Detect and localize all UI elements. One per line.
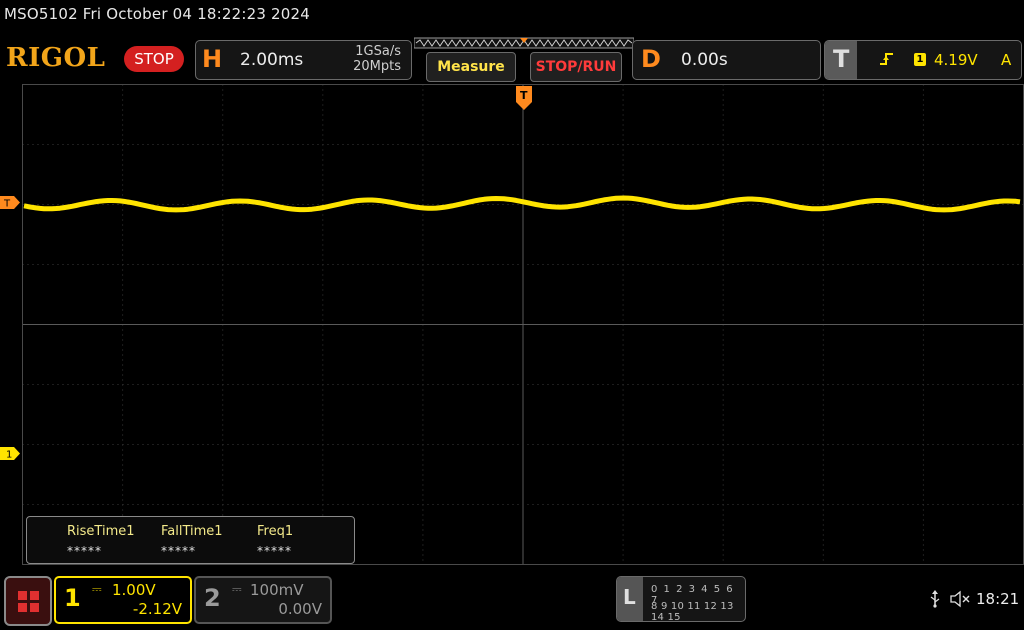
trigger-position-marker-label: T [520,89,528,102]
mute-icon[interactable] [950,590,972,608]
window-title: MSO5102 Fri October 04 18:22:23 2024 [4,5,311,23]
status-clock: 18:21 [976,590,1020,608]
menu-grid-icon [18,591,39,612]
memory-depth: 20Mpts [353,59,401,74]
dc-coupling-icon: ⎓ [232,582,242,596]
brand-logo: RIGOL [6,43,106,73]
rising-edge-icon [880,53,893,65]
measurement-label-rise: RiseTime1 [67,524,135,539]
channel1-offset-marker-label: 1 [6,450,12,461]
run-state-badge[interactable]: STOP [124,46,184,72]
logic-channels-high: 8 9 10 11 12 13 14 15 [651,601,734,623]
logic-analyzer-label: L [623,585,636,609]
channel1-offset-marker[interactable]: 1 [0,447,20,460]
trigger-level-marker[interactable]: T [0,196,20,209]
timebase-value: 2.00ms [240,50,304,70]
measurement-value-freq: ***** [257,544,292,558]
trigger-level-marker-label: T [3,199,11,210]
horizontal-settings[interactable]: H 2.00ms 1GSa/s 20Mpts [195,40,412,80]
measure-button[interactable]: Measure [426,52,516,82]
delay-value: 0.00s [681,50,728,70]
dc-coupling-icon: ⎓ [92,582,102,596]
trigger-settings[interactable]: T 1 4.19V A [824,40,1022,80]
channel1-scale: 1.00V [112,581,156,599]
measurement-value-rise: ***** [67,544,102,558]
stop-run-button[interactable]: STOP/RUN [530,52,622,82]
trigger-coupling: A [1001,51,1012,69]
trigger-position-marker[interactable]: T [516,86,532,110]
sample-rate: 1GSa/s [355,44,401,59]
channel2-offset: 0.00V [278,600,322,618]
waveform-display[interactable] [0,84,1024,566]
channel2-settings[interactable]: 2 ⎓ 100mV 0.00V [194,576,332,624]
usb-icon [930,590,940,608]
measurement-panel: RiseTime1 ***** FallTime1 ***** Freq1 **… [26,516,355,564]
channel1-offset: -2.12V [132,600,182,618]
delay-label: D [641,45,661,73]
measurement-label-fall: FallTime1 [161,524,223,539]
channel1-label: 1 [64,584,81,612]
channel2-scale: 100mV [250,581,304,599]
graticule-center [22,84,1024,565]
delay-settings[interactable]: D 0.00s [632,40,821,80]
channel2-label: 2 [204,584,221,612]
memory-position-bar [414,37,634,49]
logic-analyzer-settings[interactable]: L 0 1 2 3 4 5 6 7 8 9 10 11 12 13 14 15 [616,576,746,623]
trigger-source: 1 [914,53,926,66]
main-menu-button[interactable] [4,576,52,626]
trigger-level: 4.19V [934,51,978,69]
measurement-value-fall: ***** [161,544,196,558]
trigger-label: T [833,45,850,73]
channel1-settings[interactable]: 1 ⎓ 1.00V -2.12V [54,576,192,624]
measurement-label-freq: Freq1 [257,524,294,539]
horizontal-label: H [202,45,223,73]
channel1-trace [23,195,1021,213]
